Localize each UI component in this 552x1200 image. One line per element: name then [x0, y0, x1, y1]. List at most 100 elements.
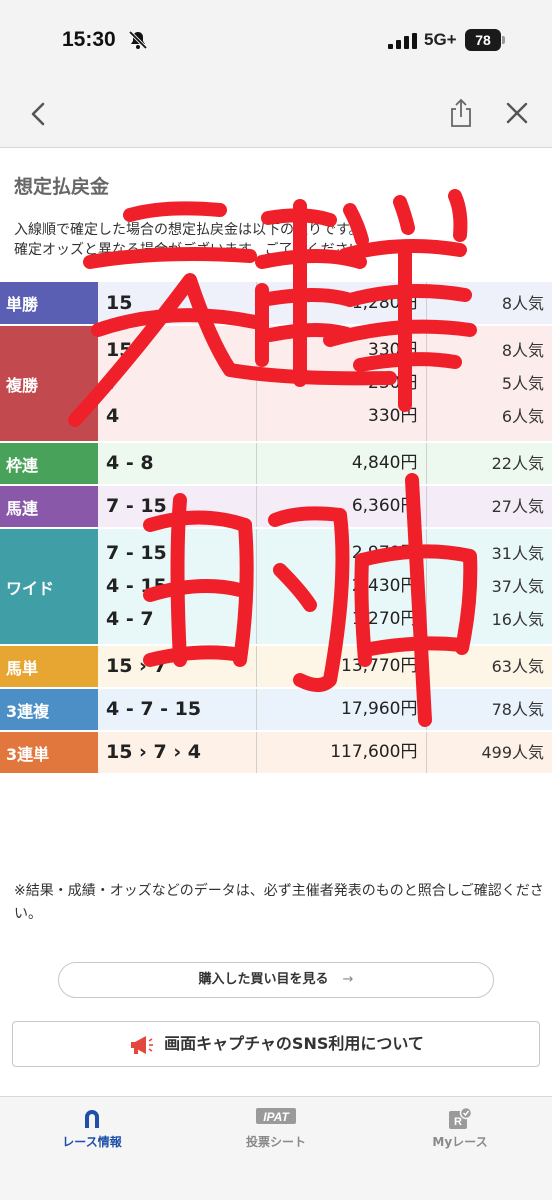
chevron-left-icon[interactable] [26, 100, 50, 128]
section-title: 想定払戻金 [14, 176, 110, 198]
popularity-rank-cell: 78人気 [426, 688, 552, 732]
popularity-rank: 6人気 [501, 407, 544, 426]
combination-cell: 4 - 8 [98, 442, 257, 486]
payout-amount-cell: 6,360円 [256, 485, 427, 529]
popularity-rank-cell: 22人気 [426, 442, 552, 486]
combination: 4 - 8 [106, 452, 154, 474]
view-bought-tickets-label: 購入した買い目を見る [198, 972, 329, 987]
payout-row: 枠連 4 - 8 4,840円 22人気 [0, 442, 552, 486]
combination-cell: 7 - 15 4 - 15 4 - 7 [98, 528, 257, 646]
payout-amount: 1,280円 [351, 292, 418, 313]
combination: 15 [106, 339, 133, 361]
popularity-rank-cell: 27人気 [426, 485, 552, 529]
combination: 4 - 7 [106, 608, 154, 630]
popularity-rank: 27人気 [491, 497, 544, 516]
ipat-icon-text: IPAT [263, 1110, 290, 1124]
combination: 7 [106, 372, 120, 394]
popularity-rank-cell: 8人気 5人気 6人気 [426, 325, 552, 443]
payout-row: 複勝 15 7 4 330円 230円 330円 8人気 5人気 6人気 [0, 325, 552, 443]
payout-amount-cell: 17,960円 [256, 688, 427, 732]
combination-cell: 15 › 7 › 4 [98, 731, 257, 775]
combination: 15 › 7 › 4 [106, 741, 201, 763]
payout-amount: 230円 [368, 373, 418, 393]
bet-type-label: 単勝 [0, 282, 98, 326]
popularity-rank-cell: 499人気 [426, 731, 552, 775]
sns-usage-button[interactable]: 画面キャプチャのSNS利用について [12, 1021, 540, 1067]
tab-label: Myレース [432, 1135, 488, 1149]
battery-icon: 78 [465, 29, 505, 51]
popularity-rank: 78人気 [491, 700, 544, 719]
combination-cell: 15 [98, 282, 257, 326]
arrow-right-icon: → [342, 972, 354, 987]
combination: 15 › 7 [106, 655, 167, 677]
combination: 4 - 7 - 15 [106, 698, 202, 720]
payout-amount: 13,770円 [341, 656, 418, 676]
bell-slash-icon [128, 30, 148, 50]
payout-amount: 1,270円 [351, 609, 418, 629]
popularity-rank-cell: 31人気 37人気 16人気 [426, 528, 552, 646]
payout-amount-cell: 2,970円 2,430円 1,270円 [256, 528, 427, 646]
combination-cell: 15 › 7 [98, 645, 257, 689]
payout-amount: 2,430円 [351, 576, 418, 596]
bet-type-label: 複勝 [0, 325, 98, 443]
payout-amount: 2,970円 [351, 543, 418, 563]
payout-amount-cell: 13,770円 [256, 645, 427, 689]
payout-amount: 4,840円 [351, 453, 418, 473]
payout-amount: 17,960円 [341, 699, 418, 719]
description: 入線順で確定した場合の想定払戻金は以下の通りです。 確定オッズと異なる場合がござ… [14, 220, 414, 260]
tab-label: レース情報 [62, 1135, 122, 1149]
bet-type-label: 馬連 [0, 485, 98, 529]
description-line: 入線順で確定した場合の想定払戻金は以下の通りです。 [14, 222, 363, 238]
megaphone-icon [131, 1035, 154, 1054]
my-race-icon: R [449, 1107, 473, 1129]
payout-amount: 117,600円 [330, 742, 418, 762]
combination: 4 [106, 405, 120, 427]
tab-bar: レース情報 IPAT 投票シート R Myレース [0, 1096, 552, 1200]
combination: 7 - 15 [106, 495, 167, 517]
network-type: 5G+ [424, 30, 457, 49]
combination-cell: 15 7 4 [98, 325, 257, 443]
tab-label: 投票シート [245, 1135, 306, 1149]
payout-row: 馬単 15 › 7 13,770円 63人気 [0, 645, 552, 689]
share-icon[interactable] [448, 98, 474, 128]
payout-table: 単勝 15 1,280円 8人気 複勝 15 7 4 330円 230円 330円 8人気 5人気 6人気… [0, 282, 552, 775]
bet-type-label: 馬単 [0, 645, 98, 689]
status-time: 15:30 [62, 28, 116, 51]
view-bought-tickets-button[interactable]: 購入した買い目を見る → [58, 962, 494, 998]
payout-amount-cell: 117,600円 [256, 731, 427, 775]
tab-vote-sheet[interactable]: IPAT 投票シート [184, 1097, 368, 1167]
battery-level: 78 [465, 29, 501, 51]
popularity-rank: 8人気 [501, 341, 544, 360]
navigation-bar [0, 80, 552, 148]
signal-icon [388, 33, 417, 49]
tab-my-race[interactable]: R Myレース [368, 1097, 552, 1167]
horseshoe-icon [85, 1110, 99, 1128]
popularity-rank: 63人気 [491, 657, 544, 676]
popularity-rank: 499人気 [481, 743, 544, 762]
payout-amount-cell: 330円 230円 330円 [256, 325, 427, 443]
payout-row: ワイド 7 - 15 4 - 15 4 - 7 2,970円 2,430円 1,270円 31… [0, 528, 552, 646]
tab-race-info[interactable]: レース情報 [0, 1097, 184, 1167]
payout-row: 馬連 7 - 15 6,360円 27人気 [0, 485, 552, 529]
payout-row: 3連単 15 › 7 › 4 117,600円 499人気 [0, 731, 552, 775]
popularity-rank: 16人気 [491, 610, 544, 629]
sns-usage-label: 画面キャプチャのSNS利用について [164, 1034, 424, 1053]
disclaimer-note: ※結果・成績・オッズなどのデータは、必ず主催者発表のものと照合しご確認ください。 [14, 883, 544, 922]
combination: 7 - 15 [106, 542, 167, 564]
bet-type-label: ワイド [0, 528, 98, 646]
payout-row: 単勝 15 1,280円 8人気 [0, 282, 552, 326]
popularity-rank: 5人気 [501, 374, 544, 393]
popularity-rank: 31人気 [491, 544, 544, 563]
payout-amount-cell: 1,280円 [256, 282, 427, 326]
combination: 4 - 15 [106, 575, 167, 597]
popularity-rank-cell: 8人気 [426, 282, 552, 326]
combination-cell: 4 - 7 - 15 [98, 688, 257, 732]
status-bar: 15:30 5G+ 78 [0, 0, 552, 80]
payout-amount: 330円 [368, 406, 418, 426]
popularity-rank-cell: 63人気 [426, 645, 552, 689]
combination-cell: 7 - 15 [98, 485, 257, 529]
bet-type-label: 枠連 [0, 442, 98, 486]
close-icon[interactable] [504, 100, 530, 126]
payout-amount: 6,360円 [351, 496, 418, 516]
ipat-icon: IPAT [256, 1108, 296, 1124]
